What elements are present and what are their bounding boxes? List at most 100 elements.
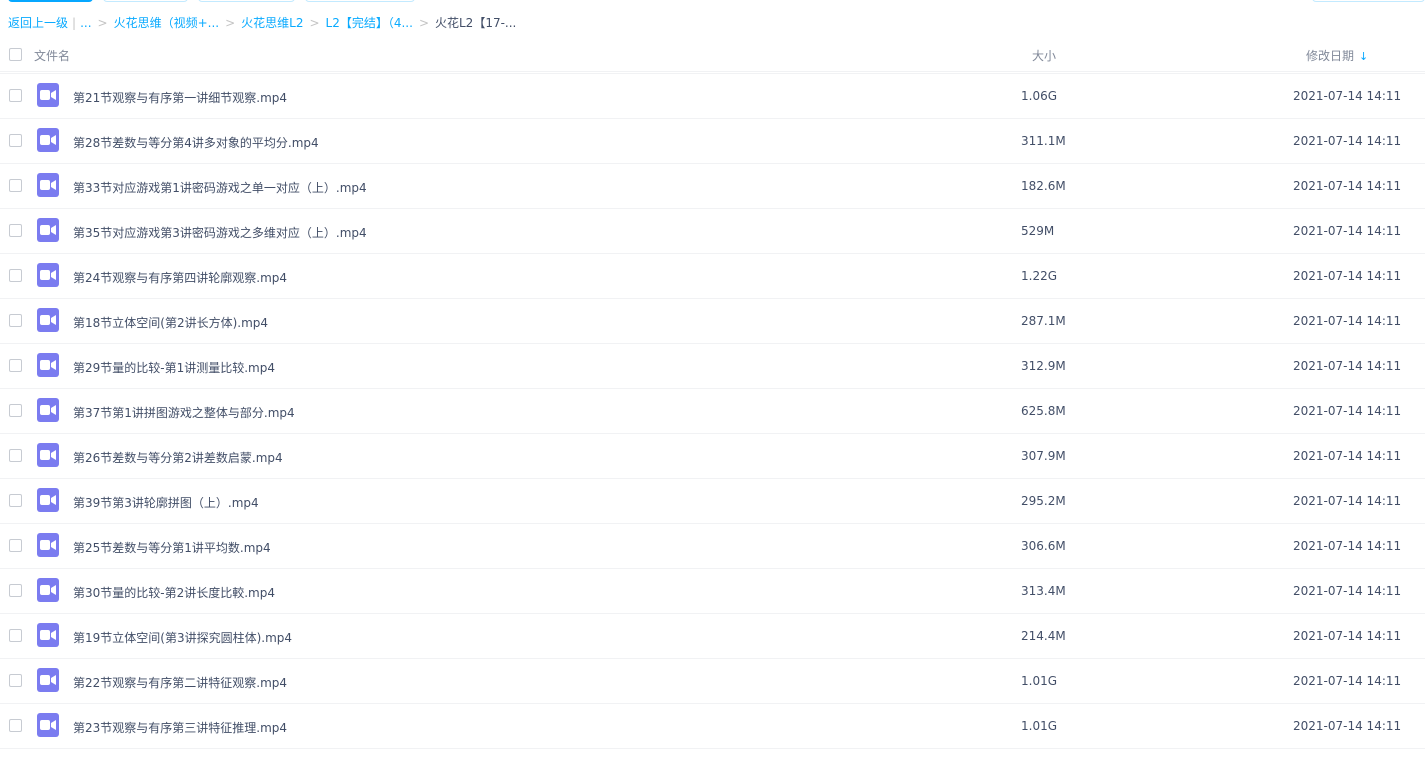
file-name[interactable]: 第25节差数与等分第1讲平均数.mp4 [73, 539, 271, 556]
breadcrumb-divider: | [72, 16, 77, 30]
column-header-size[interactable]: 大小 [1032, 47, 1056, 64]
file-size: 307.9M [1021, 449, 1066, 463]
file-date: 2021-07-14 14:11 [1293, 314, 1402, 328]
file-name[interactable]: 第21节观察与有序第一讲细节观察.mp4 [73, 89, 287, 106]
file-row[interactable]: 第30节量的比较-第2讲长度比較.mp4 313.4M 2021-07-14 14:… [0, 569, 1425, 614]
file-date: 2021-07-14 14:11 [1293, 539, 1402, 553]
row-checkbox[interactable] [9, 224, 22, 237]
breadcrumb-item[interactable]: L2【完结】（4... [326, 16, 413, 30]
upload-button[interactable] [8, 0, 93, 2]
file-size: 287.1M [1021, 314, 1066, 328]
row-checkbox[interactable] [9, 584, 22, 597]
file-row[interactable]: 第33节对应游戏第1讲密码游戏之单一对应（上）.mp4 182.6M 2021-07… [0, 164, 1425, 209]
back-link[interactable]: 返回上一级 [8, 16, 68, 30]
file-row[interactable]: 第39节第3讲轮廓拼图（上）.mp4 295.2M 2021-07-14 14:11 [0, 479, 1425, 524]
view-toggle-button[interactable] [1312, 0, 1425, 2]
file-row[interactable]: 第26节差数与等分第2讲差数启蒙.mp4 307.9M 2021-07-14 14:… [0, 434, 1425, 479]
sort-down-arrow-icon[interactable]: ↓ [1359, 50, 1368, 63]
chevron-right-icon: > [97, 16, 108, 30]
chevron-right-icon: > [309, 16, 320, 30]
offline-download-button[interactable] [198, 0, 295, 2]
file-name[interactable]: 第28节差数与等分第4讲多对象的平均分.mp4 [73, 134, 319, 151]
file-size: 625.8M [1021, 404, 1066, 418]
file-name[interactable]: 第39节第3讲轮廓拼图（上）.mp4 [73, 494, 259, 511]
file-date: 2021-07-14 14:11 [1293, 179, 1402, 193]
row-checkbox[interactable] [9, 539, 22, 552]
video-file-icon [37, 443, 59, 467]
file-row[interactable]: 第35节对应游戏第3讲密码游戏之多维对应（上）.mp4 529M 2021-07-1… [0, 209, 1425, 254]
column-header-date[interactable]: 修改日期 ↓ [1306, 47, 1368, 64]
file-list-header: 文件名 大小 修改日期 ↓ [0, 40, 1425, 72]
file-row[interactable]: 第29节量的比较-第1讲测量比较.mp4 312.9M 2021-07-14 14:… [0, 344, 1425, 389]
file-size: 1.22G [1021, 269, 1058, 283]
video-file-icon [37, 218, 59, 242]
video-file-icon [37, 623, 59, 647]
breadcrumb-current: 火花L2【17-... [435, 16, 517, 30]
file-size: 295.2M [1021, 494, 1066, 508]
breadcrumb: 返回上一级 |... > 火花思维（视频+... > 火花思维L2 > L2【完结】（4...… [8, 15, 516, 31]
row-checkbox[interactable] [9, 674, 22, 687]
chevron-right-icon: > [225, 16, 236, 30]
row-checkbox[interactable] [9, 404, 22, 417]
file-name[interactable]: 第18节立体空间(第2讲长方体).mp4 [73, 314, 268, 331]
breadcrumb-ellipsis[interactable]: ... [80, 16, 91, 30]
row-checkbox[interactable] [9, 494, 22, 507]
file-list[interactable]: 第34节对应游戏第1讲密码游戏之单一对应（下）.mp4187.7M2021-07… [0, 52, 1425, 764]
file-name[interactable]: 第24节观察与有序第四讲轮廓观察.mp4 [73, 269, 287, 286]
chevron-right-icon: > [418, 16, 429, 30]
row-checkbox[interactable] [9, 89, 22, 102]
video-file-icon [37, 308, 59, 332]
toolbar-buttons [0, 0, 1425, 4]
file-date: 2021-07-14 14:11 [1293, 449, 1402, 463]
row-checkbox[interactable] [9, 719, 22, 732]
video-file-icon [37, 398, 59, 422]
video-file-icon [37, 488, 59, 512]
file-row[interactable]: 第22节观察与有序第二讲特征观察.mp4 1.01G 2021-07-14 14:1… [0, 659, 1425, 704]
breadcrumb-item[interactable]: 火花思维L2 [241, 16, 303, 30]
file-name[interactable]: 第19节立体空间(第3讲探究圆柱体).mp4 [73, 629, 292, 646]
file-name[interactable]: 第30节量的比较-第2讲长度比較.mp4 [73, 584, 275, 601]
file-row[interactable]: 第23节观察与有序第三讲特征推理.mp4 1.01G 2021-07-14 14:1… [0, 704, 1425, 749]
file-size: 214.4M [1021, 629, 1066, 643]
file-name[interactable]: 第22节观察与有序第二讲特征观察.mp4 [73, 674, 287, 691]
file-row[interactable]: 第19节立体空间(第3讲探究圆柱体).mp4 214.4M 2021-07-14 1… [0, 614, 1425, 659]
file-date: 2021-07-14 14:11 [1293, 224, 1402, 238]
file-name[interactable]: 第33节对应游戏第1讲密码游戏之单一对应（上）.mp4 [73, 179, 367, 196]
file-row[interactable]: 第25节差数与等分第1讲平均数.mp4 306.6M 2021-07-14 14:1… [0, 524, 1425, 569]
file-size: 182.6M [1021, 179, 1066, 193]
new-folder-button[interactable] [103, 0, 188, 2]
file-name[interactable]: 第23节观察与有序第三讲特征推理.mp4 [73, 719, 287, 736]
file-size: 306.6M [1021, 539, 1066, 553]
file-size: 1.06G [1021, 89, 1058, 103]
file-date: 2021-07-14 14:11 [1293, 269, 1402, 283]
row-checkbox[interactable] [9, 359, 22, 372]
video-file-icon [37, 83, 59, 107]
column-header-name[interactable]: 文件名 [34, 47, 70, 64]
file-name[interactable]: 第26节差数与等分第2讲差数启蒙.mp4 [73, 449, 283, 466]
breadcrumb-item[interactable]: 火花思维（视频+... [114, 16, 220, 30]
share-button[interactable] [305, 0, 415, 2]
row-checkbox[interactable] [9, 314, 22, 327]
row-checkbox[interactable] [9, 629, 22, 642]
file-size: 1.01G [1021, 674, 1058, 688]
row-checkbox[interactable] [9, 449, 22, 462]
file-row[interactable]: 第37节第1讲拼图游戏之整体与部分.mp4 625.8M 2021-07-14 14… [0, 389, 1425, 434]
select-all-checkbox[interactable] [9, 48, 22, 61]
column-header-date-label: 修改日期 [1306, 49, 1355, 63]
file-row[interactable]: 第18节立体空间(第2讲长方体).mp4 287.1M 2021-07-14 14:… [0, 299, 1425, 344]
row-checkbox[interactable] [9, 269, 22, 282]
file-row[interactable]: 第28节差数与等分第4讲多对象的平均分.mp4 311.1M 2021-07-14 … [0, 119, 1425, 164]
file-row[interactable]: 第24节观察与有序第四讲轮廓观察.mp4 1.22G 2021-07-14 14:1… [0, 254, 1425, 299]
file-name[interactable]: 第35节对应游戏第3讲密码游戏之多维对应（上）.mp4 [73, 224, 367, 241]
file-date: 2021-07-14 14:11 [1293, 719, 1402, 733]
row-checkbox[interactable] [9, 134, 22, 147]
file-row[interactable]: 第21节观察与有序第一讲细节观察.mp4 1.06G 2021-07-14 14:1… [0, 74, 1425, 119]
video-file-icon [37, 713, 59, 737]
file-name[interactable]: 第37节第1讲拼图游戏之整体与部分.mp4 [73, 404, 295, 421]
video-file-icon [37, 578, 59, 602]
video-file-icon [37, 353, 59, 377]
file-list-inner: 第34节对应游戏第1讲密码游戏之单一对应（下）.mp4187.7M2021-07… [0, 52, 1425, 749]
row-checkbox[interactable] [9, 179, 22, 192]
file-name[interactable]: 第29节量的比较-第1讲测量比较.mp4 [73, 359, 275, 376]
file-date: 2021-07-14 14:11 [1293, 359, 1402, 373]
